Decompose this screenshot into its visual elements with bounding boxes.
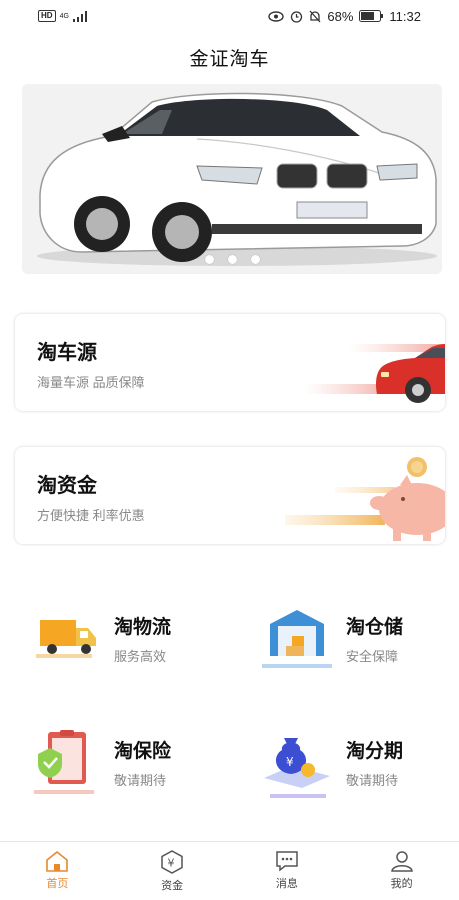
- status-right: 68% 11:32: [268, 9, 421, 24]
- service-logistics[interactable]: 淘物流 服务高效: [30, 606, 230, 686]
- tab-home[interactable]: 首页: [0, 842, 115, 900]
- tab-profile[interactable]: 我的: [344, 842, 459, 900]
- tab-funds[interactable]: ¥ 资金: [115, 842, 230, 900]
- battery-icon: [359, 10, 384, 22]
- status-left: HD 4G: [38, 10, 89, 22]
- network-label: 4G: [59, 12, 69, 20]
- service-subtitle: 敬请期待: [346, 773, 399, 788]
- carousel-dot[interactable]: [250, 255, 260, 264]
- banner-carousel[interactable]: [22, 84, 442, 274]
- svg-text:¥: ¥: [286, 755, 294, 769]
- user-icon: [390, 851, 413, 872]
- tab-messages[interactable]: 消息: [230, 842, 345, 900]
- service-subtitle: 服务高效: [114, 649, 167, 664]
- carousel-dot[interactable]: [227, 255, 237, 264]
- yuan-icon: ¥: [161, 850, 183, 874]
- page-title: 金证淘车: [189, 49, 270, 70]
- card-subtitle: 方便快捷 利率优惠: [37, 508, 145, 523]
- clock: 11:32: [389, 8, 421, 24]
- mute-icon: [309, 10, 321, 22]
- car-image: [22, 84, 442, 274]
- tab-label: 资金: [161, 880, 184, 892]
- red-car-icon: [305, 344, 445, 403]
- tab-label: 消息: [275, 878, 298, 890]
- warehouse-icon: [262, 610, 332, 668]
- svg-text:¥: ¥: [168, 857, 175, 870]
- service-warehouse[interactable]: 淘仓储 安全保障: [262, 606, 459, 686]
- tab-label: 我的: [390, 878, 413, 890]
- bottom-tab-bar: 首页 ¥ 资金 消息 我的: [0, 841, 459, 900]
- card-funds[interactable]: 淘资金 方便快捷 利率优惠: [15, 447, 445, 544]
- status-bar: HD 4G 68% 11:32: [0, 0, 459, 32]
- battery-percent: 68%: [327, 8, 354, 24]
- home-icon: [46, 850, 69, 872]
- carousel-indicators: [22, 255, 442, 264]
- insurance-icon: [34, 730, 94, 794]
- hd-badge: HD: [38, 10, 56, 22]
- eye-icon: [268, 10, 285, 22]
- service-subtitle: 敬请期待: [114, 773, 167, 788]
- carousel-dot[interactable]: [204, 255, 214, 264]
- service-title: 淘仓储: [346, 617, 404, 638]
- tab-label: 首页: [46, 878, 69, 890]
- money-bag-icon: ¥: [264, 738, 330, 798]
- message-icon: [276, 851, 298, 872]
- service-installment[interactable]: ¥ 淘分期 敬请期待: [262, 730, 459, 810]
- service-title: 淘物流: [114, 617, 172, 638]
- card-title: 淘资金: [37, 475, 97, 497]
- service-title: 淘保险: [114, 741, 172, 762]
- card-car-source[interactable]: 淘车源 海量车源 品质保障: [15, 314, 445, 411]
- service-title: 淘分期: [346, 741, 404, 762]
- service-insurance[interactable]: 淘保险 敬请期待: [30, 730, 230, 810]
- alarm-icon: [291, 10, 303, 23]
- card-subtitle: 海量车源 品质保障: [37, 375, 145, 390]
- truck-icon: [36, 620, 96, 658]
- card-title: 淘车源: [37, 342, 97, 364]
- signal-icon: [72, 10, 87, 22]
- piggy-bank-icon: [285, 457, 445, 541]
- service-subtitle: 安全保障: [346, 649, 399, 664]
